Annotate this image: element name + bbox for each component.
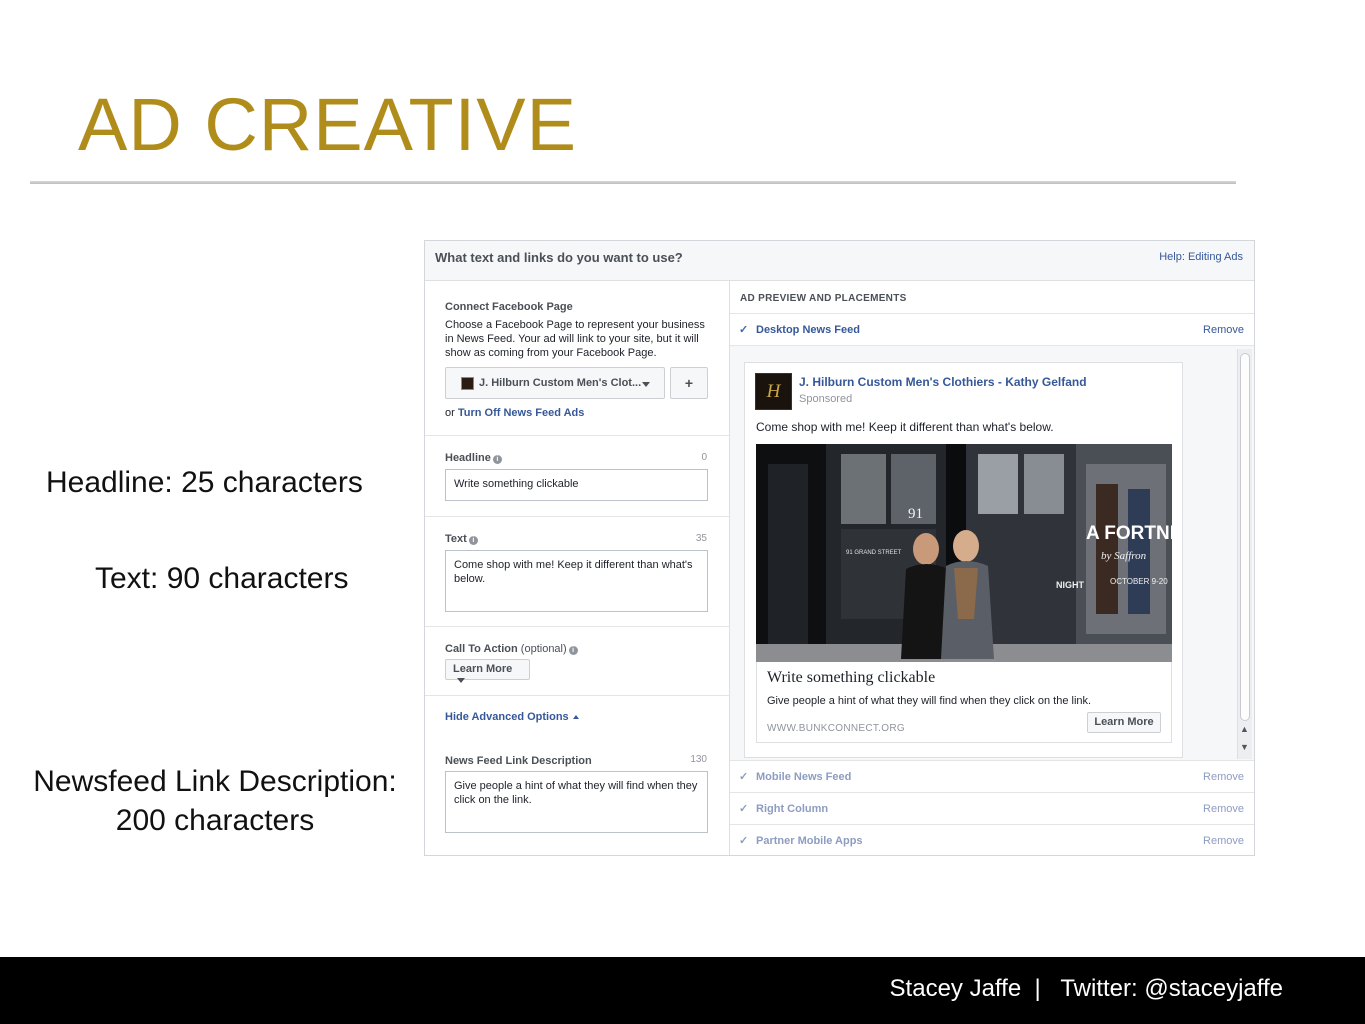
connect-page-label: Connect Facebook Page <box>445 301 573 313</box>
ad-preview-frame: H J. Hilburn Custom Men's Clothiers - Ka… <box>730 345 1254 760</box>
headline-label-text: Headline <box>445 452 491 464</box>
image-dates-text: OCTOBER 9-20 <box>1110 577 1168 586</box>
image-store-text: A FORTNIG <box>1086 523 1172 544</box>
placement-label: Partner Mobile Apps <box>756 835 863 847</box>
text-input[interactable]: Come shop with me! Keep it different tha… <box>445 550 708 612</box>
page-avatar: H <box>755 373 792 410</box>
remove-placement-link[interactable]: Remove <box>1203 803 1244 815</box>
placement-desktop-news-feed[interactable]: ✓ Desktop News Feed Remove <box>730 313 1254 345</box>
page-logo-icon <box>461 377 474 390</box>
remove-placement-link[interactable]: Remove <box>1203 324 1244 336</box>
chevron-up-icon <box>572 715 579 719</box>
info-icon[interactable]: i <box>468 536 478 545</box>
call-to-action-selected: Learn More <box>453 663 513 675</box>
help-editing-ads-link[interactable]: Help: Editing Ads <box>1159 251 1243 263</box>
turn-off-news-feed-link[interactable]: Turn Off News Feed Ads <box>458 407 585 419</box>
ad-link-description: Give people a hint of what they will fin… <box>767 695 1092 707</box>
placement-label: Mobile News Feed <box>756 771 852 783</box>
slide-title: AD CREATIVE <box>78 83 577 166</box>
sponsored-label: Sponsored <box>799 393 853 405</box>
text-label: Text i <box>445 533 478 545</box>
text-section: Text i 35 Come shop with me! Keep it diff… <box>425 517 729 627</box>
ad-headline: Write something clickable <box>767 669 936 686</box>
turn-off-prefix: or <box>445 407 458 419</box>
hide-advanced-options-label: Hide Advanced Options <box>445 711 569 723</box>
ad-image[interactable]: 91 91 GRAND STREET A FORTNIG by Saffron … <box>756 444 1172 662</box>
check-icon: ✓ <box>739 803 749 815</box>
panel-title: What text and links do you want to use? <box>435 250 683 265</box>
chevron-down-icon <box>642 382 650 387</box>
add-page-button[interactable]: + <box>670 367 708 399</box>
image-address-text: 91 <box>908 506 923 522</box>
panel-header: What text and links do you want to use? … <box>425 241 1254 281</box>
image-script-text: by Saffron <box>1101 550 1147 562</box>
ad-creative-panel: What text and links do you want to use? … <box>424 240 1255 856</box>
chevron-down-icon <box>457 678 465 683</box>
call-to-action-section: Call To Action (optional) i Learn More <box>425 627 729 696</box>
scroll-down-icon[interactable]: ▼ <box>1240 742 1249 752</box>
placement-label: Right Column <box>756 803 829 815</box>
advanced-options-section: Hide Advanced Options News Feed Link Des… <box>425 696 729 855</box>
text-label-text: Text <box>445 533 467 545</box>
connect-page-description: Choose a Facebook Page to represent your… <box>445 319 705 359</box>
headline-char-count: 0 <box>701 452 707 463</box>
text-char-count: 35 <box>695 533 707 544</box>
ad-link-box[interactable]: Write something clickable Give people a … <box>756 662 1172 743</box>
call-to-action-select[interactable]: Learn More <box>445 659 530 683</box>
footer-credit: Stacey Jaffe | Twitter: @staceyjaffe <box>889 975 1283 1002</box>
image-street-text: 91 GRAND STREET <box>846 550 902 556</box>
check-icon: ✓ <box>739 771 749 783</box>
facebook-page-select[interactable]: J. Hilburn Custom Men's Clot... <box>445 367 665 399</box>
check-icon: ✓ <box>739 324 749 336</box>
headline-input[interactable]: Write something clickable <box>445 469 708 501</box>
image-night-text: NIGHT <box>1056 580 1085 590</box>
optional-label: (optional) <box>520 643 567 655</box>
preview-scrollbar[interactable]: ▲ ▼ <box>1237 349 1252 759</box>
ad-preview-card: H J. Hilburn Custom Men's Clothiers - Ka… <box>744 362 1183 758</box>
turn-off-news-feed: or Turn Off News Feed Ads <box>445 407 584 419</box>
title-divider <box>30 181 1236 184</box>
placement-right-column[interactable]: ✓ Right Column Remove <box>730 792 1254 824</box>
storefront-photo: 91 91 GRAND STREET A FORTNIG by Saffron … <box>756 444 1172 662</box>
placement-partner-mobile-apps[interactable]: ✓ Partner Mobile Apps Remove <box>730 824 1254 856</box>
placement-mobile-news-feed[interactable]: ✓ Mobile News Feed Remove <box>730 760 1254 792</box>
preview-title: AD PREVIEW AND PLACEMENTS <box>740 293 907 304</box>
annotation-headline: Headline: 25 characters <box>46 466 363 499</box>
hide-advanced-options-toggle[interactable]: Hide Advanced Options <box>445 711 579 723</box>
ad-preview-column: AD PREVIEW AND PLACEMENTS ✓ Desktop News… <box>730 281 1254 855</box>
check-icon: ✓ <box>739 835 749 847</box>
ad-learn-more-button[interactable]: Learn More <box>1087 712 1161 733</box>
headline-label: Headline i <box>445 452 502 464</box>
remove-placement-link[interactable]: Remove <box>1203 771 1244 783</box>
ad-form-column: Connect Facebook Page Choose a Facebook … <box>425 281 730 855</box>
connect-page-section: Connect Facebook Page Choose a Facebook … <box>425 281 729 436</box>
ad-page-name[interactable]: J. Hilburn Custom Men's Clothiers - Kath… <box>799 375 1087 389</box>
info-icon[interactable]: i <box>568 646 578 655</box>
annotation-newsfeed-description: Newsfeed Link Description: 200 character… <box>20 762 410 840</box>
link-description-label: News Feed Link Description <box>445 755 592 767</box>
info-icon[interactable]: i <box>492 455 502 464</box>
headline-section: Headline i 0 Write something clickable <box>425 436 729 517</box>
call-to-action-label-text: Call To Action <box>445 643 518 655</box>
remove-placement-link[interactable]: Remove <box>1203 835 1244 847</box>
scroll-up-icon[interactable]: ▲ <box>1240 724 1249 734</box>
placement-label: Desktop News Feed <box>756 324 860 336</box>
ad-body-text: Come shop with me! Keep it different tha… <box>756 420 1054 434</box>
annotation-newsfeed-line1: Newsfeed Link Description: <box>33 765 397 798</box>
call-to-action-label: Call To Action (optional) i <box>445 643 578 655</box>
slide-footer: Stacey Jaffe | Twitter: @staceyjaffe <box>0 957 1365 1024</box>
selected-page-label: J. Hilburn Custom Men's Clot... <box>479 377 642 389</box>
scrollbar-thumb[interactable] <box>1240 353 1250 721</box>
link-description-input[interactable]: Give people a hint of what they will fin… <box>445 771 708 833</box>
annotation-text: Text: 90 characters <box>95 562 349 595</box>
ad-domain: WWW.BUNKCONNECT.ORG <box>767 723 905 734</box>
annotation-newsfeed-line2: 200 characters <box>115 804 315 837</box>
link-description-char-count: 130 <box>690 754 707 765</box>
